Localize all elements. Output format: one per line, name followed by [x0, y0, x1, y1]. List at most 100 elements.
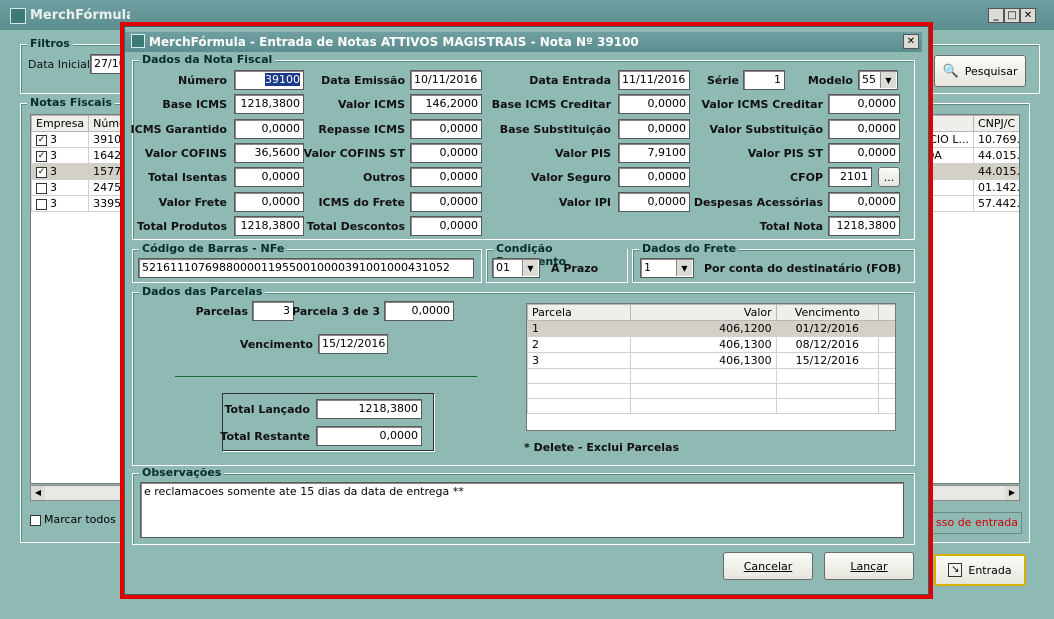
parcela-x-input[interactable]: 0,0000 — [384, 301, 454, 321]
close-main-button[interactable]: ✕ — [1020, 8, 1036, 23]
cfop-lookup-button[interactable]: ... — [878, 167, 900, 187]
dialog-close-button[interactable]: ✕ — [903, 34, 919, 49]
table-row[interactable]: 57.442. — [921, 195, 1019, 212]
checkbox[interactable] — [36, 198, 47, 210]
chevron-down-icon[interactable]: ▼ — [522, 260, 538, 276]
cfop-label: CFOP — [790, 171, 823, 184]
cancelar-button[interactable]: Cancelar — [723, 552, 813, 580]
table-row[interactable]: 2 406,1300 08/12/2016 — [527, 336, 895, 353]
table-row[interactable]: 1 406,1200 01/12/2016 — [527, 320, 895, 337]
valor-cofins-st-input[interactable]: 0,0000 — [410, 143, 482, 163]
marcar-todos-checkbox[interactable]: Marcar todos — [30, 513, 116, 526]
checkbox[interactable]: ✓ — [36, 166, 47, 178]
outros-label: Outros — [363, 171, 405, 184]
chevron-down-icon[interactable]: ▼ — [676, 260, 692, 276]
col-vencimento[interactable]: Vencimento — [775, 304, 879, 321]
total-isentas-input[interactable]: 0,0000 — [234, 167, 304, 187]
data-entrada-input[interactable]: 11/11/2016 — [618, 70, 690, 90]
valor-seguro-input[interactable]: 0,0000 — [618, 167, 690, 187]
observacoes-legend: Observações — [139, 466, 225, 479]
col-empresa[interactable]: Empresa — [31, 115, 90, 132]
valor-icms-input[interactable]: 146,2000 — [410, 94, 482, 114]
table-row[interactable]: 44.015. — [921, 163, 1019, 180]
base-icms-input[interactable]: 1218,3800 — [234, 94, 304, 114]
modelo-select[interactable]: 55 ▼ — [858, 70, 898, 90]
parcelas-table[interactable]: Parcela Valor Vencimento 1 406,1200 01/1… — [526, 303, 896, 431]
parcelas-label: Parcelas — [195, 305, 248, 318]
table-row[interactable]: ✓ 3 3910 — [31, 131, 129, 148]
col-cnpj[interactable]: CNPJ/C — [972, 115, 1019, 132]
outros-input[interactable]: 0,0000 — [410, 167, 482, 187]
checkbox[interactable]: ✓ — [36, 150, 47, 162]
condicao-select[interactable]: 01 ▼ — [492, 258, 540, 278]
scroll-left-icon[interactable]: ◀ — [31, 486, 45, 500]
chevron-down-icon[interactable]: ▼ — [880, 72, 896, 88]
table-row[interactable]: ✓ 3 1642 — [31, 147, 129, 164]
base-substituicao-input[interactable]: 0,0000 — [618, 119, 690, 139]
frete-text: Por conta do destinatário (FOB) — [704, 262, 902, 275]
data-inicial-label: Data Inicial — [28, 58, 90, 71]
empty-row — [527, 368, 895, 384]
col-parcela[interactable]: Parcela — [527, 304, 632, 321]
table-row[interactable]: DA 44.015. — [921, 147, 1019, 164]
table-row[interactable]: 01.142. — [921, 179, 1019, 196]
scroll-right-icon[interactable]: ▶ — [1005, 486, 1019, 500]
valor-pis-input[interactable]: 7,9100 — [618, 143, 690, 163]
total-descontos-input[interactable]: 0,0000 — [410, 216, 482, 236]
notas-legend: Notas Fiscais — [27, 96, 115, 109]
notas-table-left[interactable]: EmpresaNúmero ✓33910 ✓31642 ✓31577 32475… — [30, 114, 130, 484]
despesas-acessorias-input[interactable]: 0,0000 — [828, 192, 900, 212]
data-emissao-input[interactable]: 10/11/2016 — [410, 70, 482, 90]
minimize-button[interactable]: _ — [988, 8, 1004, 23]
entrada-arrow-icon: ↘ — [948, 563, 963, 577]
valor-pis-st-input[interactable]: 0,0000 — [828, 143, 900, 163]
observacoes-textarea[interactable]: e reclamacoes somente ate 15 dias da dat… — [140, 482, 904, 538]
cfop-input[interactable]: 2101 — [828, 167, 872, 187]
total-lancado-input[interactable]: 1218,3800 — [316, 399, 422, 419]
valor-seguro-label: Valor Seguro — [531, 171, 611, 184]
valor-icms-creditar-input[interactable]: 0,0000 — [828, 94, 900, 114]
main-title-text: MerchFórmula - NFe (Entrada Saída de Com… — [30, 8, 130, 23]
total-restante-input[interactable]: 0,0000 — [316, 426, 422, 446]
base-icms-creditar-input[interactable]: 0,0000 — [618, 94, 690, 114]
notas-table-right[interactable]: CNPJ/C ICIO L... 10.769. DA 44.015. 44.015… — [920, 114, 1020, 484]
valor-icms-label: Valor ICMS — [338, 98, 405, 111]
frete-select[interactable]: 1 ▼ — [640, 258, 694, 278]
valor-substituicao-input[interactable]: 0,0000 — [828, 119, 900, 139]
marcar-todos-box[interactable] — [30, 514, 41, 526]
checkbox[interactable] — [36, 182, 47, 194]
icms-do-frete-input[interactable]: 0,0000 — [410, 192, 482, 212]
barras-input[interactable]: 5216111076988000011955001000039100100043… — [138, 258, 474, 278]
entrada-button[interactable]: ↘ Entrada — [934, 554, 1026, 586]
condicao-text: A Prazo — [551, 262, 599, 275]
despesas-acessorias-label: Despesas Acessórias — [693, 196, 823, 209]
valor-frete-input[interactable]: 0,0000 — [234, 192, 304, 212]
pesquisar-button[interactable]: 🔍 Pesquisar — [934, 55, 1026, 87]
nota-legend: Dados da Nota Fiscal — [139, 53, 276, 66]
table-row[interactable]: ✓ 3 1577 — [31, 163, 129, 180]
table-row[interactable]: 3 3395 — [31, 195, 129, 212]
numero-input[interactable]: 39100 — [234, 70, 304, 90]
parcela-x-label: Parcela 3 de 3 — [292, 305, 380, 318]
valor-cofins-input[interactable]: 36,5600 — [234, 143, 304, 163]
parcelas-input[interactable]: 3 — [252, 301, 294, 321]
vencimento-input[interactable]: 15/12/2016 — [318, 334, 388, 354]
col-valor[interactable]: Valor — [630, 304, 777, 321]
table-row[interactable]: 3 406,1300 15/12/2016 — [527, 352, 895, 369]
table-row[interactable]: ICIO L... 10.769. — [921, 131, 1019, 148]
valor-substituicao-label: Valor Substituição — [709, 123, 823, 136]
table-row[interactable]: 3 2475 — [31, 179, 129, 196]
modelo-label: Modelo — [807, 74, 853, 87]
icms-do-frete-label: ICMS do Frete — [318, 196, 405, 209]
checkbox[interactable]: ✓ — [36, 134, 47, 146]
total-nota-input[interactable]: 1218,3800 — [828, 216, 900, 236]
serie-input[interactable]: 1 — [743, 70, 785, 90]
lancar-button[interactable]: Lançar — [824, 552, 914, 580]
repasse-icms-input[interactable]: 0,0000 — [410, 119, 482, 139]
total-produtos-input[interactable]: 1218,3800 — [234, 216, 304, 236]
maximize-button[interactable]: □ — [1004, 8, 1020, 23]
separator-line — [175, 376, 477, 377]
valor-cofins-st-label: Valor COFINS ST — [303, 147, 405, 160]
valor-ipi-input[interactable]: 0,0000 — [618, 192, 690, 212]
icms-garantido-input[interactable]: 0,0000 — [234, 119, 304, 139]
